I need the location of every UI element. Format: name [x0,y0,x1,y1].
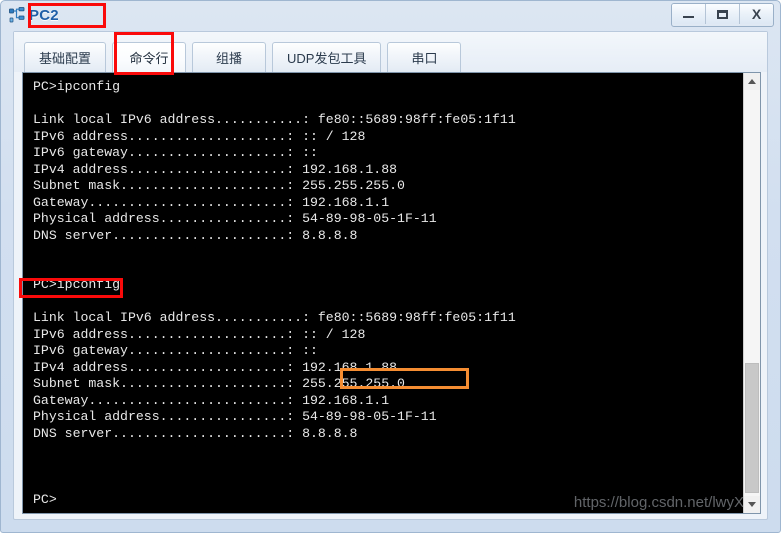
title-bar-left: PC2 [9,5,59,25]
tab-label: 串口 [411,51,438,66]
chevron-down-icon [748,502,756,507]
title-bar: PC2 X [1,1,780,29]
client-panel: 基础配置 命令行 组播 UDP发包工具 串口 PC>ipconfig Link … [13,31,768,520]
chevron-up-icon [748,79,756,84]
minimize-button[interactable] [672,4,706,24]
tab-basic-config[interactable]: 基础配置 [24,42,107,72]
pc-network-icon [9,7,25,23]
window-title: PC2 [29,6,59,24]
console-output-area[interactable]: PC>ipconfig Link local IPv6 address.....… [22,72,761,514]
tab-strip: 基础配置 命令行 组播 UDP发包工具 串口 [14,32,767,72]
maximize-icon [717,9,728,19]
close-icon: X [751,6,762,22]
tab-label: 组播 [216,51,243,66]
tab-label: UDP发包工具 [287,51,367,66]
tab-udp-tool[interactable]: UDP发包工具 [272,42,382,72]
pc2-window: PC2 X 基础配置 命令行 组播 UDP发包工具 串口 PC>ipconfig… [0,0,781,533]
tab-serial-port[interactable]: 串口 [387,42,462,72]
maximize-button[interactable] [706,4,740,24]
tab-label: 基础配置 [39,51,92,66]
minimize-icon [683,16,694,18]
tab-multicast[interactable]: 组播 [192,42,267,72]
console-text: PC>ipconfig Link local IPv6 address.....… [33,79,516,507]
scroll-down-arrow[interactable] [744,496,760,513]
scroll-up-arrow[interactable] [744,73,760,90]
close-button[interactable]: X [740,4,773,24]
tab-command-line[interactable]: 命令行 [112,42,187,72]
window-controls: X [671,3,774,27]
scrollbar-thumb[interactable] [745,363,759,493]
console-scrollbar[interactable] [743,73,760,513]
tab-label: 命令行 [129,51,169,66]
